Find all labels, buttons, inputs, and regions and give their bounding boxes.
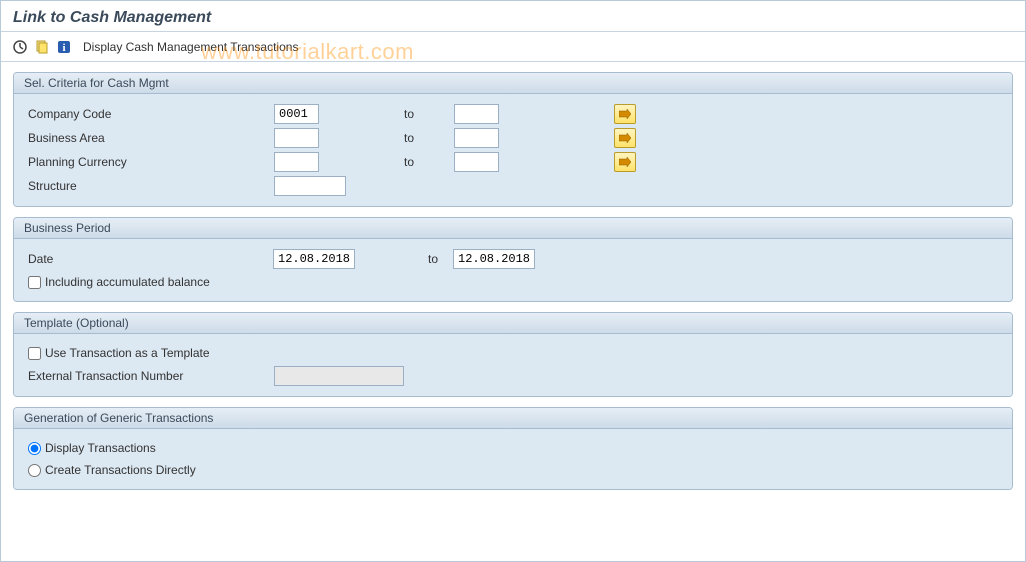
company-code-from-input[interactable] — [274, 104, 319, 124]
info-icon[interactable]: i — [55, 38, 73, 56]
company-code-to-label: to — [354, 107, 454, 121]
structure-label: Structure — [14, 179, 274, 193]
panel-template-title: Template (Optional) — [14, 313, 1012, 334]
business-area-to-label: to — [354, 131, 454, 145]
toolbar: i Display Cash Management Transactions — [1, 32, 1025, 62]
planning-currency-to-label: to — [354, 155, 454, 169]
business-area-multi-select-button[interactable] — [614, 128, 636, 148]
create-transactions-label: Create Transactions Directly — [45, 463, 196, 477]
header: Link to Cash Management — [1, 1, 1025, 32]
company-code-multi-select-button[interactable] — [614, 104, 636, 124]
use-template-checkbox[interactable] — [28, 347, 41, 360]
company-code-to-input[interactable] — [454, 104, 499, 124]
svg-text:i: i — [62, 42, 65, 54]
planning-currency-to-input[interactable] — [454, 152, 499, 172]
date-label: Date — [28, 252, 273, 266]
business-area-label: Business Area — [14, 131, 274, 145]
panel-sel-criteria: Sel. Criteria for Cash Mgmt Company Code… — [13, 72, 1013, 207]
panel-template: Template (Optional) Use Transaction as a… — [13, 312, 1013, 397]
planning-currency-label: Planning Currency — [14, 155, 274, 169]
business-area-from-input[interactable] — [274, 128, 319, 148]
planning-currency-from-input[interactable] — [274, 152, 319, 172]
panel-generation: Generation of Generic Transactions Displ… — [13, 407, 1013, 490]
date-from-input[interactable] — [273, 249, 355, 269]
accum-balance-checkbox[interactable] — [28, 276, 41, 289]
execute-icon[interactable] — [11, 38, 29, 56]
panel-generation-title: Generation of Generic Transactions — [14, 408, 1012, 429]
panel-sel-criteria-title: Sel. Criteria for Cash Mgmt — [14, 73, 1012, 94]
display-transactions-radio[interactable] — [28, 442, 41, 455]
use-template-label: Use Transaction as a Template — [45, 346, 210, 360]
create-transactions-radio[interactable] — [28, 464, 41, 477]
structure-input[interactable] — [274, 176, 346, 196]
panel-business-period: Business Period Date to Including accumu… — [13, 217, 1013, 302]
company-code-label: Company Code — [14, 107, 274, 121]
page-title: Link to Cash Management — [13, 9, 1013, 27]
date-to-label: to — [428, 252, 453, 266]
display-cash-mgmt-link[interactable]: Display Cash Management Transactions — [83, 40, 298, 54]
panel-business-period-title: Business Period — [14, 218, 1012, 239]
date-to-input[interactable] — [453, 249, 535, 269]
planning-currency-multi-select-button[interactable] — [614, 152, 636, 172]
external-txn-label: External Transaction Number — [28, 369, 274, 383]
display-transactions-label: Display Transactions — [45, 441, 156, 455]
accum-balance-label: Including accumulated balance — [45, 275, 210, 289]
external-txn-input — [274, 366, 404, 386]
business-area-to-input[interactable] — [454, 128, 499, 148]
variants-icon[interactable] — [33, 38, 51, 56]
